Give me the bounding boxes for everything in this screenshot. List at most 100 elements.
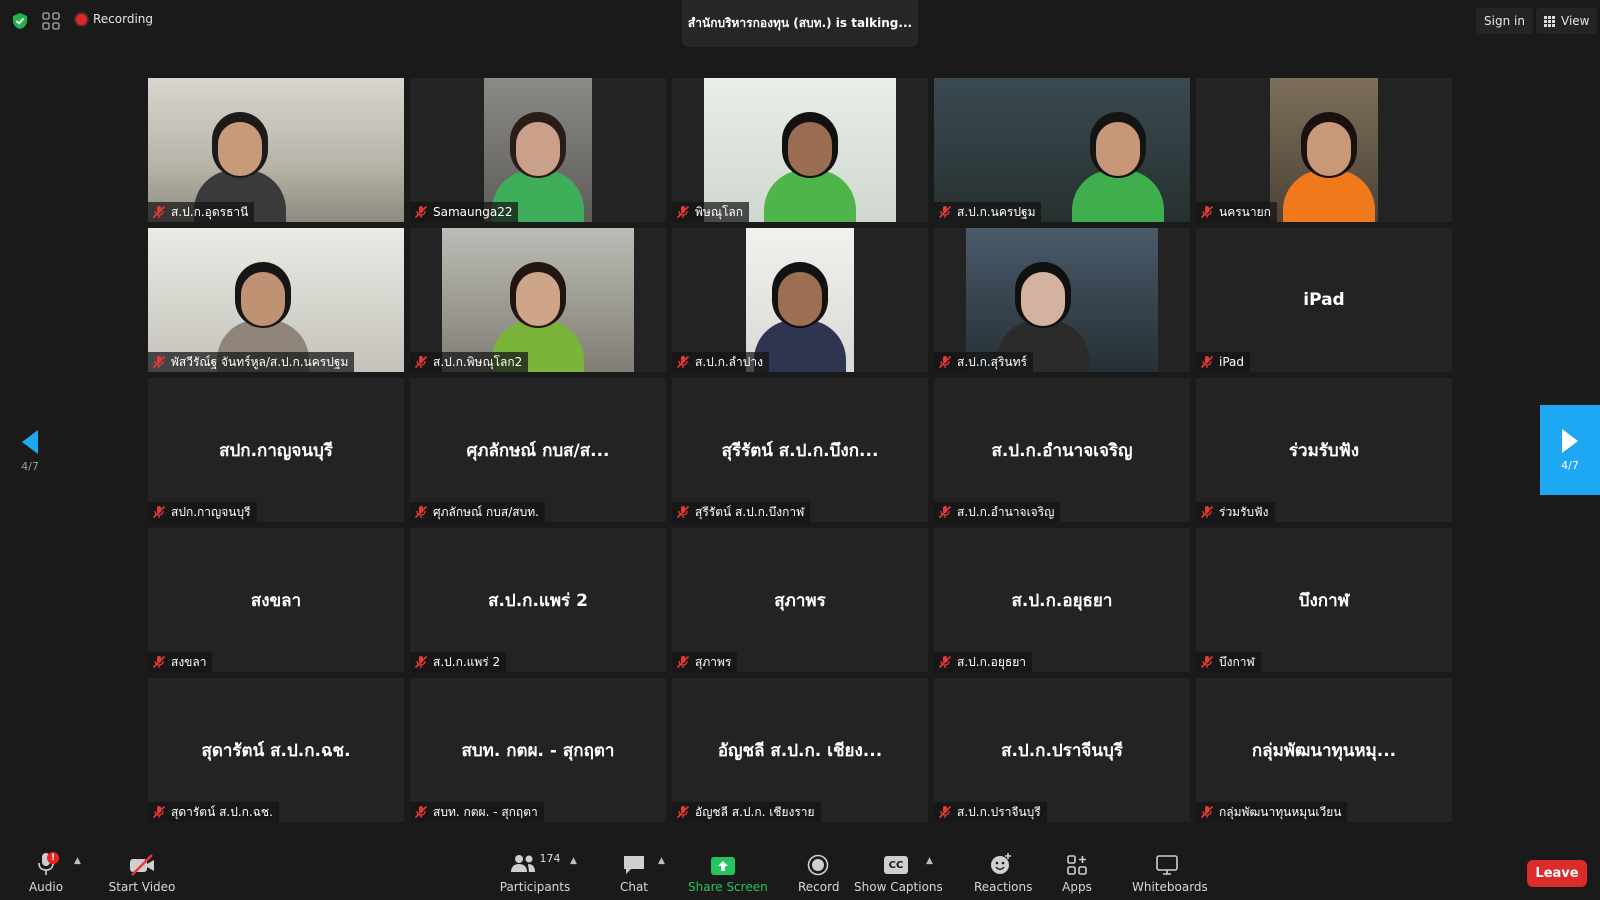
- participant-tile[interactable]: ส.ป.ก.อำนาจเจริญ ส.ป.ก.อำนาจเจริญ: [934, 378, 1190, 522]
- closed-captions-icon: CC: [884, 856, 908, 874]
- participant-tile[interactable]: ส.ป.ก.นครปฐม: [934, 78, 1190, 222]
- whiteboards-button[interactable]: Whiteboards: [1132, 850, 1208, 894]
- participants-count: 174: [539, 851, 561, 865]
- muted-microphone-icon: [938, 205, 952, 219]
- record-button[interactable]: Record: [798, 850, 839, 894]
- apps-button[interactable]: Apps: [1060, 850, 1094, 894]
- participant-name-tag: ส.ป.ก.แพร่ 2: [410, 652, 507, 672]
- participant-name-label: ส.ป.ก.อุดรธานี: [171, 204, 249, 219]
- participants-button[interactable]: 174 Participants: [490, 850, 580, 895]
- muted-microphone-icon: [152, 655, 166, 669]
- participant-tile[interactable]: ร่วมรับฟัง ร่วมรับฟัง: [1196, 378, 1452, 522]
- participant-tile[interactable]: สงขลา สงขลา: [148, 528, 404, 672]
- muted-microphone-icon: [1200, 655, 1214, 669]
- participant-display-name: สุรีรัตน์ ส.ป.ก.บึงก...: [721, 440, 879, 461]
- participant-name-label: กลุ่มพัฒนาทุนหมุนเวียน: [1219, 804, 1342, 819]
- apps-label: Apps: [1062, 880, 1092, 894]
- previous-page-button[interactable]: 4/7: [14, 428, 46, 494]
- participant-tile[interactable]: ส.ป.ก.อยุธยา ส.ป.ก.อยุธยา: [934, 528, 1190, 672]
- sign-in-button[interactable]: Sign in: [1476, 8, 1533, 34]
- participant-display-name: กลุ่มพัฒนาทุนหมุ...: [1251, 740, 1397, 761]
- recording-label: Recording: [93, 12, 154, 26]
- page-indicator-right: 4/7: [1561, 459, 1579, 472]
- participant-name-tag: นครนายก: [1196, 202, 1277, 222]
- participant-display-name: สุภาพร: [774, 590, 826, 611]
- participant-video-feed: [1270, 78, 1378, 222]
- participant-tile[interactable]: ส.ป.ก.ลำปาง: [672, 228, 928, 372]
- audio-alert-badge: !: [47, 852, 59, 864]
- muted-microphone-icon: [414, 355, 428, 369]
- participant-tile[interactable]: พิษณุโลก: [672, 78, 928, 222]
- participant-display-name: ร่วมรับฟัง: [1288, 440, 1360, 461]
- participant-tile[interactable]: สปก.กาญจนบุรี สปก.กาญจนบุรี: [148, 378, 404, 522]
- participants-options-caret-icon[interactable]: ▲: [570, 856, 577, 866]
- participant-name-label: ร่วมรับฟัง: [1219, 504, 1269, 519]
- participant-name-tag: พัสวีรัณ์ฐ จันทร์หูล/ส.ป.ก.นครปฐม: [148, 352, 355, 372]
- participant-name-label: ส.ป.ก.ปราจีนบุรี: [957, 804, 1041, 819]
- participant-tile[interactable]: สบท. กตผ. - สุกฤตา สบท. กตผ. - สุกฤตา: [410, 678, 666, 822]
- muted-microphone-icon: [152, 805, 166, 819]
- whiteboard-icon: [1156, 855, 1178, 875]
- captions-options-caret-icon[interactable]: ▲: [926, 856, 933, 866]
- participants-label: Participants: [499, 880, 571, 894]
- participant-tile[interactable]: ส.ป.ก.สุรินทร์: [934, 228, 1190, 372]
- participant-display-name: ส.ป.ก.อำนาจเจริญ: [991, 440, 1133, 461]
- participant-tile[interactable]: ส.ป.ก.พิษณุโลก2: [410, 228, 666, 372]
- participant-name-tag: Samaunga22: [410, 202, 519, 222]
- participant-tile[interactable]: สุรีรัตน์ ส.ป.ก.บึงก... สุรีรัตน์ ส.ป.ก.บ…: [672, 378, 928, 522]
- reactions-label: Reactions: [974, 880, 1033, 894]
- start-video-button[interactable]: Start Video: [106, 850, 178, 894]
- participant-name-label: สุดารัตน์ ส.ป.ก.ฉช.: [171, 804, 273, 819]
- view-button[interactable]: View: [1536, 8, 1598, 34]
- participant-display-name: บึงกาฬ: [1298, 590, 1350, 611]
- active-speaker-banner: สำนักบริหารกองทุน (สบท.) is talking...: [682, 0, 918, 47]
- participant-video-feed: [148, 78, 404, 222]
- participant-name-label: ส.ป.ก.อยุธยา: [957, 654, 1026, 669]
- participant-tile[interactable]: iPad iPad: [1196, 228, 1452, 372]
- participant-display-name: ส.ป.ก.ปราจีนบุรี: [1001, 740, 1123, 761]
- reactions-button[interactable]: Reactions: [974, 850, 1033, 894]
- participant-display-name: ส.ป.ก.อยุธยา: [1011, 590, 1113, 611]
- participant-name-label: ส.ป.ก.แพร่ 2: [433, 654, 501, 669]
- participant-tile[interactable]: กลุ่มพัฒนาทุนหมุ... กลุ่มพัฒนาทุนหมุนเวีย…: [1196, 678, 1452, 822]
- participant-video-feed: [704, 78, 896, 222]
- participant-tile[interactable]: นครนายก: [1196, 78, 1452, 222]
- apps-icon: [1067, 855, 1087, 875]
- participant-name-tag: บึงกาฬ: [1196, 652, 1261, 672]
- participant-video-feed: [746, 228, 854, 372]
- participant-tile[interactable]: Samaunga22: [410, 78, 666, 222]
- participant-tile[interactable]: สุภาพร สุภาพร: [672, 528, 928, 672]
- participant-tile[interactable]: สุดารัตน์ ส.ป.ก.ฉช. สุดารัตน์ ส.ป.ก.ฉช.: [148, 678, 404, 822]
- leave-button[interactable]: Leave: [1527, 860, 1587, 887]
- participant-tile[interactable]: ส.ป.ก.อุดรธานี: [148, 78, 404, 222]
- participant-tile[interactable]: พัสวีรัณ์ฐ จันทร์หูล/ส.ป.ก.นครปฐม: [148, 228, 404, 372]
- share-screen-button[interactable]: Share Screen: [688, 850, 768, 894]
- participant-name-tag: สปก.กาญจนบุรี: [148, 502, 257, 522]
- participant-name-tag: ส.ป.ก.อุดรธานี: [148, 202, 255, 222]
- participant-tile[interactable]: ศุภลักษณ์ กบส/ส... ศุภลักษณ์ กบส/สบท.: [410, 378, 666, 522]
- muted-microphone-icon: [676, 355, 690, 369]
- participant-name-label: อัญชลี ส.ป.ก. เชียงราย: [695, 804, 815, 819]
- participant-name-tag: ส.ป.ก.อำนาจเจริญ: [934, 502, 1061, 522]
- participants-icon: [510, 855, 535, 872]
- participant-tile[interactable]: ส.ป.ก.แพร่ 2 ส.ป.ก.แพร่ 2: [410, 528, 666, 672]
- participant-tile[interactable]: อัญชลี ส.ป.ก. เชียง... อัญชลี ส.ป.ก. เชีย…: [672, 678, 928, 822]
- chat-options-caret-icon[interactable]: ▲: [658, 856, 665, 866]
- participant-name-tag: พิษณุโลก: [672, 202, 750, 222]
- participant-name-label: สบท. กตผ. - สุกฤตา: [433, 804, 538, 819]
- muted-microphone-icon: [152, 355, 166, 369]
- participant-name-label: บึงกาฬ: [1219, 654, 1255, 669]
- participant-name-tag: ส.ป.ก.พิษณุโลก2: [410, 352, 529, 372]
- chat-button[interactable]: Chat: [614, 850, 654, 894]
- muted-microphone-icon: [414, 805, 428, 819]
- participant-name-label: สุรีรัตน์ ส.ป.ก.บึงกาฬ: [695, 504, 805, 519]
- participant-name-tag: ส.ป.ก.นครปฐม: [934, 202, 1042, 222]
- muted-microphone-icon: [676, 505, 690, 519]
- security-shield-icon[interactable]: [12, 12, 28, 30]
- meeting-info-grid-icon[interactable]: [42, 12, 60, 30]
- audio-options-caret-icon[interactable]: ▲: [74, 856, 81, 866]
- participant-tile[interactable]: ส.ป.ก.ปราจีนบุรี ส.ป.ก.ปราจีนบุรี: [934, 678, 1190, 822]
- next-page-button[interactable]: 4/7: [1540, 405, 1600, 495]
- recording-indicator[interactable]: Recording: [76, 12, 153, 26]
- participant-tile[interactable]: บึงกาฬ บึงกาฬ: [1196, 528, 1452, 672]
